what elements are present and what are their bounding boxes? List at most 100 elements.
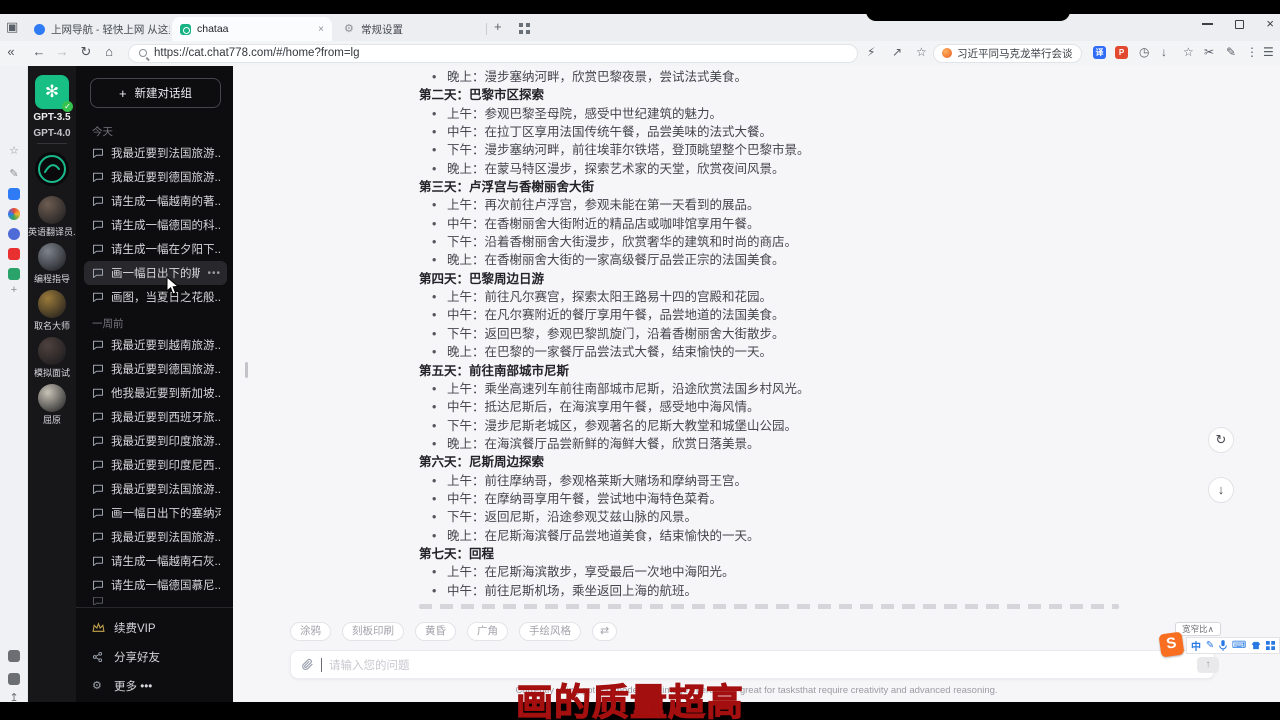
rail-reader-icon[interactable] bbox=[8, 268, 20, 280]
sidebar-footer-gear[interactable]: ⚙ 更多 ••• bbox=[84, 671, 225, 700]
itinerary-text: 下午：返回巴黎，参观巴黎凯旋门，沿着香榭丽舍大街散步。 bbox=[447, 326, 785, 341]
itinerary-item: • 下午：返回巴黎，参观巴黎凯旋门，沿着香榭丽舍大街散步。 bbox=[419, 325, 1199, 343]
tab-nav-home[interactable]: 上网导航 - 轻快上网 从这里开始 bbox=[26, 17, 170, 41]
tab-settings[interactable]: ⚙ 常规设置 bbox=[336, 17, 424, 41]
workspace-icon[interactable]: ▣ bbox=[6, 19, 18, 35]
rail-mini-window-icon[interactable] bbox=[8, 673, 20, 685]
chat-history-item[interactable]: 请生成一幅德国慕尼... bbox=[84, 573, 227, 597]
assistant-item[interactable]: 编程指导 bbox=[28, 240, 76, 287]
style-chip[interactable]: 手绘风格 bbox=[519, 622, 581, 641]
item-more-button[interactable]: ••• bbox=[207, 268, 221, 279]
chat-history-item[interactable]: 请生成一幅德国的科... bbox=[84, 213, 227, 237]
tab-close-icon[interactable]: × bbox=[318, 24, 324, 35]
tab-groups-icon[interactable] bbox=[519, 23, 530, 34]
style-chip[interactable]: 刻板印刷 bbox=[342, 622, 404, 641]
reload-button[interactable]: ↻ bbox=[77, 44, 95, 60]
style-chip[interactable]: 广角 bbox=[467, 622, 508, 641]
new-chat-button[interactable]: + 新建对话组 bbox=[90, 78, 221, 108]
assistant-item[interactable]: 模拟面试 bbox=[28, 334, 76, 381]
rail-profile-icon[interactable] bbox=[8, 208, 20, 220]
ime-pen-icon[interactable]: ✎ bbox=[1206, 640, 1214, 651]
chat-history-item[interactable]: 我最近要到西班牙旅... bbox=[84, 405, 227, 429]
chat-history-item[interactable]: 画一幅日出下的塞纳河 bbox=[84, 501, 227, 525]
menu-icon[interactable]: ☰ bbox=[1263, 45, 1274, 59]
chat-history-item[interactable]: 我最近要到德国旅游... bbox=[84, 165, 227, 189]
minimize-button[interactable] bbox=[1202, 23, 1214, 25]
ime-mic-icon[interactable] bbox=[1219, 640, 1227, 651]
chat-history-item[interactable]: 我最近要到法国旅游... bbox=[84, 141, 227, 165]
assistant-item[interactable]: 英语翻译员... bbox=[28, 193, 76, 240]
chat-history-item[interactable]: 画一幅日出下的斯特... ••• bbox=[84, 261, 227, 285]
sogou-logo-icon[interactable]: S bbox=[1158, 631, 1185, 658]
tab-chataa[interactable]: chataa × bbox=[172, 17, 332, 41]
ime-tooltip[interactable]: 宽窄比∧ bbox=[1175, 622, 1221, 636]
bullet-icon: • bbox=[432, 290, 437, 305]
chat-history-item[interactable]: 我最近要到越南旅游... bbox=[84, 333, 227, 357]
url-text[interactable]: https://cat.chat778.com/#/home?from=lg bbox=[154, 47, 360, 59]
screenshot-icon[interactable]: ✂ bbox=[1204, 45, 1214, 59]
rail-star-icon[interactable]: ☆ bbox=[0, 144, 28, 157]
favorites-icon[interactable]: ☆ bbox=[1183, 45, 1194, 59]
model-gpt35-label[interactable]: GPT-3.5 bbox=[28, 112, 76, 123]
chat-history-item[interactable]: 我最近要到德国旅游... bbox=[84, 357, 227, 381]
scrollbar-thumb[interactable] bbox=[245, 362, 248, 378]
download-icon[interactable]: ↓ bbox=[1161, 45, 1167, 59]
ime-collapse-button[interactable]: ↑ bbox=[1197, 657, 1219, 673]
message-input[interactable]: 请输入您的问题 bbox=[290, 650, 1215, 679]
chat-history-item[interactable]: 他我最近要到新加坡... bbox=[84, 381, 227, 405]
shuffle-chips-button[interactable]: ⇄ bbox=[592, 622, 618, 641]
chataa-logo-icon[interactable] bbox=[35, 152, 69, 186]
itinerary-text: 晚上：在尼斯海滨餐厅品尝地道美食，结束愉快的一天。 bbox=[447, 528, 760, 543]
style-chip[interactable]: 涂鸦 bbox=[290, 622, 331, 641]
regenerate-button[interactable]: ↻ bbox=[1208, 427, 1234, 453]
collapse-sidebar-icon[interactable]: « bbox=[2, 44, 20, 59]
chat-history-item[interactable]: 画图，当夏日之花般... bbox=[84, 285, 227, 309]
back-button[interactable]: ← bbox=[30, 44, 48, 59]
ime-toolbox-icon[interactable] bbox=[1265, 641, 1275, 650]
translate-extension-icon[interactable]: 译 bbox=[1093, 46, 1106, 59]
rail-paw-icon[interactable] bbox=[8, 228, 20, 240]
edit-pen-icon[interactable]: ✎ bbox=[1226, 45, 1236, 59]
chat-history-item[interactable]: 我最近要到法国旅游... bbox=[84, 525, 227, 549]
rail-player-icon[interactable] bbox=[8, 650, 20, 662]
scroll-to-bottom-button[interactable]: ↓ bbox=[1208, 477, 1234, 503]
chat-history-item[interactable]: 我最近要到印度尼西... bbox=[84, 453, 227, 477]
chat-history-item[interactable]: 请生成一幅越南石灰... bbox=[84, 549, 227, 573]
style-chip[interactable]: 黄昏 bbox=[415, 622, 456, 641]
sidebar-footer-share[interactable]: 分享好友 bbox=[84, 642, 225, 671]
rail-notes-icon[interactable]: ✎ bbox=[0, 167, 28, 180]
bookmark-star-icon[interactable]: ☆ bbox=[916, 45, 927, 59]
new-tab-button[interactable]: + bbox=[494, 19, 502, 34]
assistant-item[interactable]: 取名大师 bbox=[28, 287, 76, 334]
rail-video-app-icon[interactable] bbox=[8, 248, 20, 260]
ime-skin-icon[interactable] bbox=[1251, 641, 1261, 650]
chat-history-item[interactable]: 请生成一幅在夕阳下... bbox=[84, 237, 227, 261]
assistant-avatar bbox=[38, 243, 66, 271]
bullet-icon: • bbox=[432, 510, 437, 525]
address-bar[interactable]: https://cat.chat778.com/#/home?from=lg bbox=[128, 43, 858, 63]
forward-button[interactable]: → bbox=[53, 44, 71, 59]
hot-news-chip[interactable]: 习近平同马克龙举行会谈 bbox=[933, 43, 1082, 63]
ime-lang-icon[interactable]: 中 bbox=[1191, 638, 1201, 653]
more-options-icon[interactable]: ⋮ bbox=[1246, 45, 1258, 59]
assistant-item[interactable]: 屈原 bbox=[28, 381, 76, 428]
ime-keyboard-icon[interactable]: ⌨ bbox=[1232, 640, 1246, 651]
sidebar-footer-crown[interactable]: 续费VIP bbox=[84, 613, 225, 642]
bullet-icon: • bbox=[432, 528, 437, 543]
attach-paperclip-icon[interactable] bbox=[301, 657, 314, 672]
tab3-label: 常规设置 bbox=[361, 23, 403, 36]
chat-history-item[interactable]: 我最近要到印度旅游... bbox=[84, 429, 227, 453]
chat-history-item[interactable]: 请生成一幅越南的著... bbox=[84, 189, 227, 213]
lightning-icon[interactable]: ⚡ bbox=[867, 45, 875, 59]
home-button[interactable]: ⌂ bbox=[100, 44, 118, 59]
rail-messenger-icon[interactable] bbox=[8, 188, 20, 200]
close-button[interactable]: × bbox=[1266, 17, 1274, 30]
history-icon[interactable]: ◷ bbox=[1139, 45, 1149, 59]
maximize-button[interactable] bbox=[1235, 19, 1245, 29]
chat-history-item[interactable]: 我最近要到法国旅游... bbox=[84, 477, 227, 501]
rail-add-icon[interactable]: + bbox=[0, 284, 28, 296]
share-icon[interactable]: ↗ bbox=[892, 45, 902, 59]
pdf-extension-icon[interactable]: P bbox=[1115, 46, 1128, 59]
model-gpt40-label[interactable]: GPT-4.0 bbox=[28, 128, 76, 139]
footer-label: 续费VIP bbox=[114, 622, 156, 635]
